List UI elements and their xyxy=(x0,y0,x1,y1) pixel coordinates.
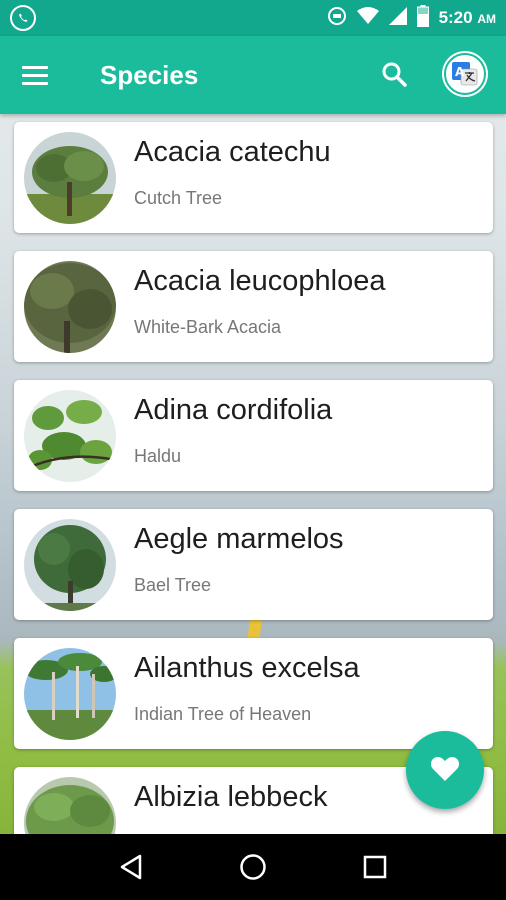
species-name: Aegle marmelos xyxy=(134,523,344,555)
ailanthus-excelsa-photo xyxy=(24,648,116,740)
species-common-name: Haldu xyxy=(134,446,182,466)
translate-icon[interactable]: A xyxy=(444,53,486,95)
page-title: Species xyxy=(100,59,199,90)
whatsapp-icon xyxy=(10,5,36,31)
app-bar: Species A xyxy=(0,36,506,114)
species-card[interactable]: Ailanthus excelsa Indian Tree of Heaven xyxy=(14,638,493,749)
search-icon[interactable] xyxy=(374,54,414,94)
wifi-icon xyxy=(356,6,379,30)
acacia-catechu-photo xyxy=(24,132,116,224)
status-bar: 5:20 AM xyxy=(0,0,506,36)
favorites-button[interactable] xyxy=(406,731,484,809)
species-name: Adina cordifolia xyxy=(134,394,333,426)
albizia-lebbeck-photo xyxy=(24,777,116,834)
species-card[interactable]: Acacia catechu Cutch Tree xyxy=(14,122,493,233)
species-name: Albizia lebbeck xyxy=(134,781,328,813)
species-common-name: Cutch Tree xyxy=(134,188,223,208)
battery-icon xyxy=(416,4,429,32)
species-common-name: Indian Tree of Heaven xyxy=(134,704,312,724)
system-nav-bar xyxy=(0,834,506,900)
species-name: Acacia leucophloea xyxy=(134,265,386,297)
acacia-leucophloea-photo xyxy=(24,261,116,353)
species-list: Acacia catechu Cutch Tree Acacia leucoph… xyxy=(0,114,506,834)
species-card[interactable]: Aegle marmelos Bael Tree xyxy=(14,509,493,620)
hamburger-menu-icon[interactable] xyxy=(22,55,62,95)
species-common-name: White-Bark Acacia xyxy=(134,317,282,337)
species-name: Acacia catechu xyxy=(134,136,331,168)
back-icon[interactable] xyxy=(111,847,151,887)
recents-icon[interactable] xyxy=(355,847,395,887)
sync-icon xyxy=(327,6,347,31)
heart-icon xyxy=(430,754,460,787)
species-common-name: Bael Tree xyxy=(134,575,212,595)
clock-ampm: AM xyxy=(477,12,496,26)
clock: 5:20 AM xyxy=(439,8,496,28)
home-icon[interactable] xyxy=(233,847,273,887)
svg-text:A: A xyxy=(455,65,465,79)
aegle-marmelos-photo xyxy=(24,519,116,611)
species-name: Ailanthus excelsa xyxy=(134,652,360,684)
species-card[interactable]: Adina cordifolia Haldu xyxy=(14,380,493,491)
clock-time: 5:20 xyxy=(438,8,473,27)
signal-icon xyxy=(388,6,407,30)
status-icons: 5:20 AM xyxy=(327,4,496,32)
species-card[interactable]: Acacia leucophloea White-Bark Acacia xyxy=(14,251,493,362)
adina-cordifolia-photo xyxy=(24,390,116,482)
